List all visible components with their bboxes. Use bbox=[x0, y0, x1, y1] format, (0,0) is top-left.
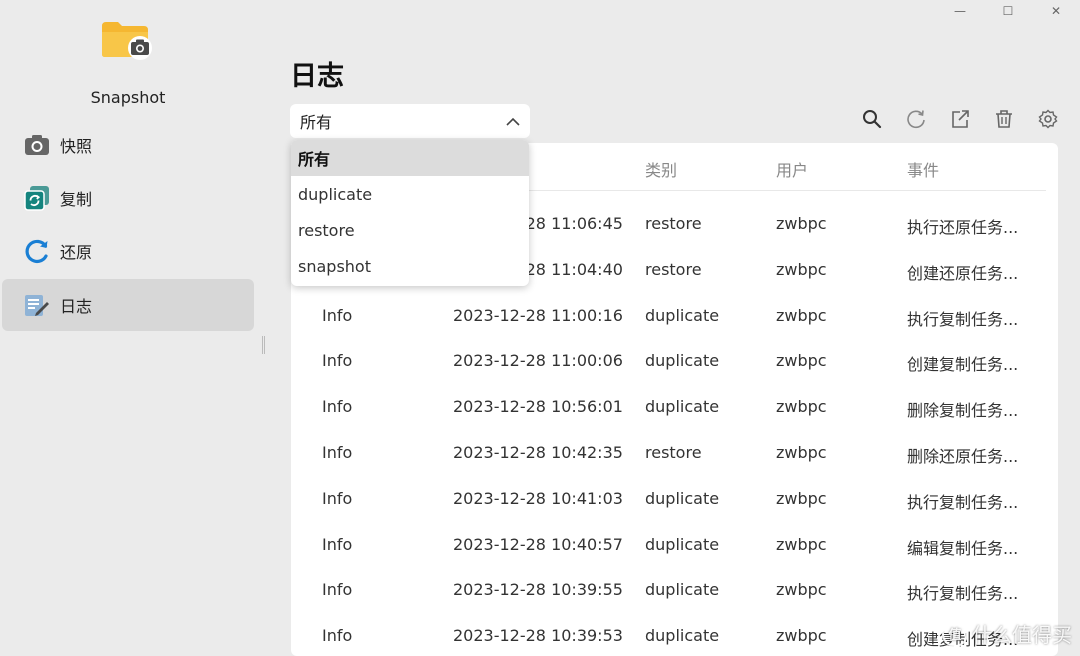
app-name: Snapshot bbox=[90, 88, 166, 107]
duplicate-icon bbox=[24, 185, 50, 211]
table-row[interactable]: Info 2023-12-28 10:40:57 duplicate zwbpc 编辑复… bbox=[291, 523, 1058, 569]
cell-category: duplicate bbox=[645, 488, 720, 508]
table-row[interactable]: Info 2023-12-28 11:00:16 duplicate zwbpc 执行复… bbox=[291, 294, 1058, 340]
cell-user: zwbpc bbox=[776, 580, 827, 600]
cell-time: 2023-12-28 11:00:06 bbox=[453, 351, 623, 371]
cell-time: 2023-12-28 10:56:01 bbox=[453, 397, 623, 417]
page-title: 日志 bbox=[290, 61, 344, 92]
cell-event: 创建还原任务... bbox=[907, 263, 1019, 283]
sidebar: Snapshot 快照 复制 还原 日志 bbox=[0, 0, 262, 656]
filter-selected-value: 所有 bbox=[300, 113, 333, 132]
cell-category: duplicate bbox=[645, 580, 720, 600]
sidebar-item-label: 快照 bbox=[60, 137, 93, 156]
dropdown-option-all[interactable]: 所有 bbox=[291, 140, 529, 176]
cell-user: zwbpc bbox=[776, 397, 827, 417]
table-row[interactable]: Info 2023-12-28 10:56:01 duplicate zwbpc 删除复… bbox=[291, 385, 1058, 431]
search-button[interactable] bbox=[850, 108, 894, 134]
sidebar-item-label: 复制 bbox=[60, 190, 93, 209]
cell-category: restore bbox=[645, 259, 702, 279]
cell-user: zwbpc bbox=[776, 626, 827, 646]
sidebar-item-duplicate[interactable]: 复制 bbox=[2, 172, 254, 224]
cell-level: Info bbox=[322, 351, 353, 371]
cell-level: Info bbox=[322, 626, 353, 646]
column-header-event[interactable]: 事件 bbox=[907, 157, 939, 181]
export-button[interactable] bbox=[938, 108, 982, 134]
cell-event: 执行复制任务... bbox=[907, 492, 1019, 512]
export-icon bbox=[950, 109, 970, 133]
dropdown-option-snapshot[interactable]: snapshot bbox=[291, 248, 529, 284]
close-button[interactable]: ✕ bbox=[1032, 0, 1080, 22]
cell-category: duplicate bbox=[645, 534, 720, 554]
table-row[interactable]: Info 2023-12-28 10:39:55 duplicate zwbpc 执行复… bbox=[291, 568, 1058, 614]
watermark-text: 什么值得买 bbox=[972, 623, 1072, 647]
cell-time: 2023-12-28 10:39:55 bbox=[453, 580, 623, 600]
cell-time: 2023-12-28 11:00:16 bbox=[453, 305, 623, 325]
table-row[interactable]: Info 2023-12-28 11:00:06 duplicate zwbpc 创建复… bbox=[291, 339, 1058, 385]
cell-category: duplicate bbox=[645, 397, 720, 417]
column-header-user[interactable]: 用户 bbox=[776, 157, 808, 181]
table-row[interactable]: Info 2023-12-28 10:42:35 restore zwbpc 删除还原任… bbox=[291, 431, 1058, 477]
cell-event: 编辑复制任务... bbox=[907, 538, 1019, 558]
cell-level: Info bbox=[322, 443, 353, 462]
restore-icon bbox=[24, 238, 50, 264]
toolbar bbox=[850, 108, 1070, 134]
column-header-category[interactable]: 类别 bbox=[645, 157, 677, 181]
cell-user: zwbpc bbox=[776, 534, 827, 554]
gear-icon bbox=[1038, 109, 1058, 133]
settings-button[interactable] bbox=[1026, 108, 1070, 134]
sidebar-item-label: 日志 bbox=[60, 297, 93, 316]
table-row[interactable]: Info 2023-12-28 10:41:03 duplicate zwbpc 执行复… bbox=[291, 477, 1058, 523]
cell-user: zwbpc bbox=[776, 488, 827, 508]
chevron-up-icon bbox=[506, 112, 520, 131]
category-filter-select[interactable]: 所有 bbox=[290, 104, 530, 138]
maximize-button[interactable]: ☐ bbox=[984, 0, 1032, 22]
camera-icon bbox=[24, 132, 50, 158]
cell-event: 执行还原任务... bbox=[907, 218, 1019, 237]
category-filter-dropdown: 所有 duplicate restore snapshot bbox=[291, 140, 529, 286]
cell-event: 删除还原任务... bbox=[907, 447, 1019, 466]
cell-user: zwbpc bbox=[776, 443, 827, 462]
cell-level: Info bbox=[322, 534, 353, 554]
cell-time: 2023-12-28 10:42:35 bbox=[453, 443, 623, 462]
search-icon bbox=[862, 109, 882, 133]
refresh-button[interactable] bbox=[894, 108, 938, 134]
log-icon bbox=[24, 292, 50, 318]
cell-level: Info bbox=[322, 305, 353, 325]
snapshot-folder-camera-icon bbox=[101, 20, 153, 60]
cell-level: Info bbox=[322, 580, 353, 600]
cell-time: 2023-12-28 10:41:03 bbox=[453, 488, 623, 508]
cell-user: zwbpc bbox=[776, 259, 827, 279]
dropdown-option-duplicate[interactable]: duplicate bbox=[291, 176, 529, 212]
delete-button[interactable] bbox=[982, 108, 1026, 134]
cell-category: duplicate bbox=[645, 351, 720, 371]
cell-time: 2023-12-28 10:40:57 bbox=[453, 534, 623, 554]
cell-event: 删除复制任务... bbox=[907, 401, 1019, 421]
cell-time: 2023-12-28 10:39:53 bbox=[453, 626, 623, 646]
sidebar-item-restore[interactable]: 还原 bbox=[2, 225, 254, 277]
watermark-badge: 值 bbox=[942, 620, 968, 647]
cell-category: restore bbox=[645, 443, 702, 462]
cell-category: duplicate bbox=[645, 305, 720, 325]
cell-user: zwbpc bbox=[776, 305, 827, 325]
minimize-button[interactable]: — bbox=[936, 0, 984, 22]
sidebar-resize-handle[interactable] bbox=[262, 336, 265, 354]
cell-category: restore bbox=[645, 214, 702, 233]
cell-level: Info bbox=[322, 397, 353, 417]
cell-category: duplicate bbox=[645, 626, 720, 646]
refresh-icon bbox=[906, 109, 926, 133]
watermark: 值 什么值得买 bbox=[942, 619, 1072, 648]
window-controls: — ☐ ✕ bbox=[936, 0, 1080, 22]
cell-event: 执行复制任务... bbox=[907, 584, 1019, 604]
sidebar-item-snapshot[interactable]: 快照 bbox=[2, 119, 254, 171]
sidebar-item-label: 还原 bbox=[60, 243, 93, 262]
cell-event: 创建复制任务... bbox=[907, 355, 1019, 375]
sidebar-item-log[interactable]: 日志 bbox=[2, 279, 254, 331]
cell-user: zwbpc bbox=[776, 214, 827, 233]
cell-event: 执行复制任务... bbox=[907, 309, 1019, 329]
cell-level: Info bbox=[322, 488, 353, 508]
dropdown-option-restore[interactable]: restore bbox=[291, 212, 529, 248]
cell-user: zwbpc bbox=[776, 351, 827, 371]
trash-icon bbox=[994, 109, 1014, 133]
